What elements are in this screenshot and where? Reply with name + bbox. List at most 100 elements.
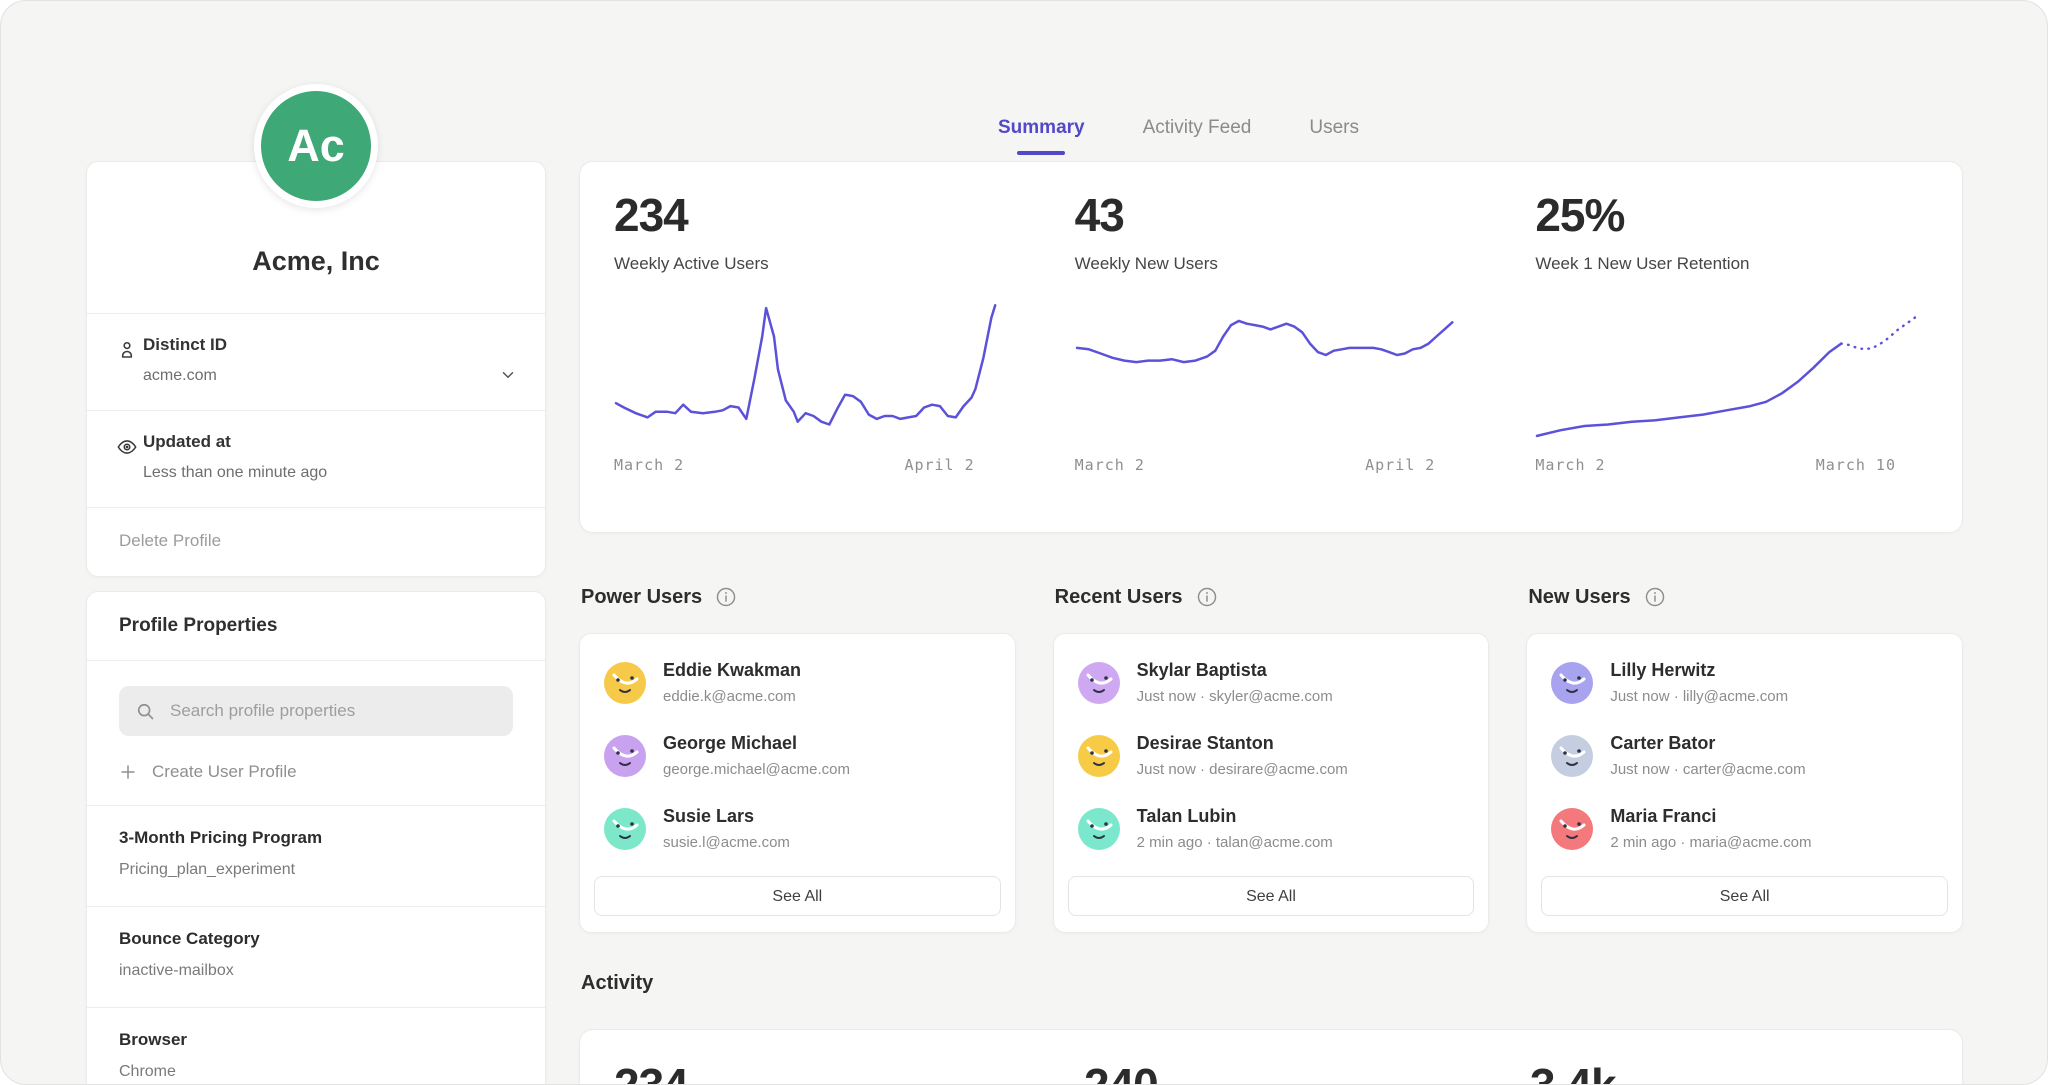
x-axis-ticks: March 2 April 2	[614, 456, 1013, 474]
user-row[interactable]: Carter Bator Just now · carter@acme.com	[1551, 733, 1938, 778]
property-row[interactable]: Browser Chrome	[87, 1007, 545, 1085]
user-detail: susie.l@acme.com	[663, 834, 790, 851]
x-tick-start: March 2	[1075, 456, 1145, 474]
search-icon	[135, 701, 155, 721]
power-users-column: Power Users Eddie Kwakman eddie.k@acme.c…	[579, 579, 1016, 933]
avatar	[604, 662, 646, 704]
avatar	[1078, 735, 1120, 777]
user-name: Lilly Herwitz	[1610, 660, 1788, 681]
property-row[interactable]: Bounce Category inactive-mailbox	[87, 906, 545, 1007]
week1-retention-sparkline	[1535, 296, 1934, 448]
user-row[interactable]: Maria Franci 2 min ago · maria@acme.com	[1551, 806, 1938, 851]
user-name: Eddie Kwakman	[663, 660, 801, 681]
tab-bar: Summary Activity Feed Users	[998, 117, 1359, 139]
activity-stat-value: 3.4k	[1530, 1058, 1616, 1085]
new-users-column: New Users Lilly Herwitz Just now · lilly…	[1526, 579, 1963, 933]
user-name: Desirae Stanton	[1137, 733, 1348, 754]
power-users-header: Power Users	[579, 579, 1016, 615]
user-row[interactable]: George Michael george.michael@acme.com	[604, 733, 991, 778]
user-row[interactable]: Talan Lubin 2 min ago · talan@acme.com	[1078, 806, 1465, 851]
stat-value: 25%	[1535, 192, 1934, 238]
user-name: Talan Lubin	[1137, 806, 1333, 827]
user-detail: Just now · carter@acme.com	[1610, 761, 1805, 778]
user-detail: 2 min ago · maria@acme.com	[1610, 834, 1811, 851]
user-detail: Just now · skyler@acme.com	[1137, 688, 1333, 705]
see-all-button[interactable]: See All	[1541, 876, 1948, 916]
stat-label: Weekly New Users	[1075, 254, 1474, 274]
user-row[interactable]: Lilly Herwitz Just now · lilly@acme.com	[1551, 660, 1938, 705]
user-detail: eddie.k@acme.com	[663, 688, 801, 705]
stat-week1-retention: 25% Week 1 New User Retention March 2 Ma…	[1501, 162, 1962, 532]
profile-card: Acme, Inc Distinct ID acme.com Updated a…	[86, 161, 546, 577]
eye-icon	[116, 436, 138, 458]
property-value: inactive-mailbox	[119, 962, 513, 980]
x-tick-end: March 10	[1816, 456, 1896, 474]
user-detail: george.michael@acme.com	[663, 761, 850, 778]
weekly-active-users-sparkline	[614, 296, 1013, 448]
summary-stats-card: 234 Weekly Active Users March 2 April 2 …	[579, 161, 1963, 533]
recent-users-header: Recent Users	[1053, 579, 1490, 615]
user-name: Skylar Baptista	[1137, 660, 1333, 681]
stat-weekly-new-users: 43 Weekly New Users March 2 April 2	[1041, 162, 1502, 532]
info-icon[interactable]	[715, 586, 737, 608]
weekly-new-users-sparkline	[1075, 296, 1474, 448]
chevron-down-icon[interactable]	[499, 366, 517, 384]
avatar	[1551, 808, 1593, 850]
person-icon	[116, 339, 138, 361]
user-detail: Just now · desirare@acme.com	[1137, 761, 1348, 778]
x-tick-end: April 2	[904, 456, 974, 474]
see-all-button[interactable]: See All	[594, 876, 1001, 916]
tab-summary[interactable]: Summary	[998, 117, 1085, 139]
avatar	[1078, 662, 1120, 704]
info-icon[interactable]	[1644, 586, 1666, 608]
recent-users-title: Recent Users	[1055, 586, 1183, 609]
info-icon[interactable]	[1196, 586, 1218, 608]
property-row[interactable]: 3-Month Pricing Program Pricing_plan_exp…	[87, 805, 545, 906]
profile-properties-search[interactable]	[119, 686, 513, 736]
see-all-button[interactable]: See All	[1068, 876, 1475, 916]
field-row-updated-at: Updated at Less than one minute ago	[87, 410, 545, 507]
delete-profile-button[interactable]: Delete Profile	[87, 507, 545, 576]
tab-users[interactable]: Users	[1309, 117, 1359, 139]
new-users-card: Lilly Herwitz Just now · lilly@acme.com …	[1526, 633, 1963, 933]
plus-icon	[119, 763, 137, 781]
user-name: Susie Lars	[663, 806, 790, 827]
search-input[interactable]	[168, 700, 497, 722]
profile-properties-controls: Create User Profile	[87, 661, 545, 805]
property-value: Chrome	[119, 1063, 513, 1081]
user-name: Carter Bator	[1610, 733, 1805, 754]
stat-value: 43	[1075, 192, 1474, 238]
power-users-card: Eddie Kwakman eddie.k@acme.com George Mi…	[579, 633, 1016, 933]
recent-users-card: Skylar Baptista Just now · skyler@acme.c…	[1053, 633, 1490, 933]
property-value: Pricing_plan_experiment	[119, 861, 513, 879]
user-row[interactable]: Eddie Kwakman eddie.k@acme.com	[604, 660, 991, 705]
profile-properties-card: Profile Properties Create User Profile 3…	[86, 591, 546, 1085]
user-name: George Michael	[663, 733, 850, 754]
property-name: 3-Month Pricing Program	[119, 828, 513, 848]
user-row[interactable]: Skylar Baptista Just now · skyler@acme.c…	[1078, 660, 1465, 705]
recent-users-column: Recent Users Skylar Baptista Just now · …	[1053, 579, 1490, 933]
main-content: Summary Activity Feed Users 234 Weekly A…	[579, 1, 1969, 1084]
user-lists-row: Power Users Eddie Kwakman eddie.k@acme.c…	[579, 579, 1963, 933]
company-avatar-initials: Ac	[287, 120, 345, 172]
user-detail: 2 min ago · talan@acme.com	[1137, 834, 1333, 851]
activity-stats-card: 234 240 3.4k	[579, 1029, 1963, 1085]
x-tick-start: March 2	[1535, 456, 1605, 474]
activity-stat-value: 240	[1084, 1058, 1158, 1085]
new-users-title: New Users	[1528, 586, 1630, 609]
field-label-updated-at: Updated at	[143, 432, 485, 452]
create-user-profile-button[interactable]: Create User Profile	[119, 762, 513, 782]
user-name: Maria Franci	[1610, 806, 1811, 827]
company-avatar: Ac	[254, 84, 378, 208]
field-value-updated-at: Less than one minute ago	[143, 464, 485, 482]
tab-activity-feed[interactable]: Activity Feed	[1143, 117, 1252, 139]
stat-weekly-active-users: 234 Weekly Active Users March 2 April 2	[580, 162, 1041, 532]
field-row-distinct-id: Distinct ID acme.com	[87, 313, 545, 410]
create-user-profile-label: Create User Profile	[152, 762, 297, 782]
stat-value: 234	[614, 192, 1013, 238]
user-row[interactable]: Susie Lars susie.l@acme.com	[604, 806, 991, 851]
x-tick-start: March 2	[614, 456, 684, 474]
property-name: Browser	[119, 1030, 513, 1050]
field-label-distinct-id: Distinct ID	[143, 335, 485, 355]
user-row[interactable]: Desirae Stanton Just now · desirare@acme…	[1078, 733, 1465, 778]
